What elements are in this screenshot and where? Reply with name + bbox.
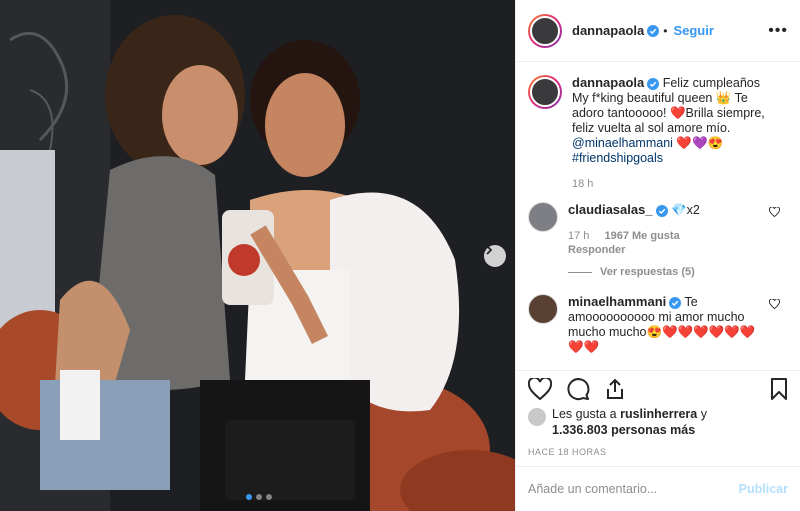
publish-button[interactable]: Publicar <box>739 482 788 496</box>
likes-prefix: Les gusta a <box>552 407 621 421</box>
post-side-panel: dannapaola • Seguir ••• dannapaola Feliz… <box>515 0 800 511</box>
author-avatar[interactable] <box>528 13 562 48</box>
comment-meta: 17 h 1967 Me gusta Responder <box>568 230 748 256</box>
comment-likes[interactable]: 1967 Me gusta <box>604 230 679 242</box>
caption-meta: 18 h <box>572 178 772 190</box>
comment-text: claudiasalas_ 💎x2 <box>568 202 748 218</box>
carousel-dot <box>256 494 262 500</box>
liker-avatar[interactable] <box>528 408 546 426</box>
verified-icon <box>647 77 660 90</box>
comments-list[interactable]: dannapaola Feliz cumpleaños My f*king be… <box>516 63 800 370</box>
carousel-dot <box>246 494 252 500</box>
comment-body: 💎x2 <box>667 203 700 217</box>
post-timestamp[interactable]: HACE 18 HORAS <box>528 447 607 457</box>
like-comment-icon[interactable] <box>769 298 780 312</box>
caption-time[interactable]: 18 h <box>572 178 593 190</box>
add-comment-bar: Publicar <box>516 466 800 511</box>
comment-time[interactable]: 17 h <box>568 230 589 242</box>
share-icon[interactable] <box>604 378 626 403</box>
caption: dannapaola Feliz cumpleaños My f*king be… <box>528 75 788 190</box>
likes-summary: Les gusta a ruslinherrera y 1.336.803 pe… <box>528 406 788 438</box>
like-comment-icon[interactable] <box>769 206 780 220</box>
post-actions-bar <box>516 370 800 410</box>
comment-item: minaelhammani Te amoooooooooo mi amor mu… <box>528 294 788 355</box>
commenter-avatar[interactable] <box>528 202 558 232</box>
likes-connector: y <box>697 407 707 421</box>
reply-button[interactable]: Responder <box>568 244 625 256</box>
caption-text: dannapaola Feliz cumpleaños My f*king be… <box>572 75 772 166</box>
follow-button[interactable]: Seguir <box>673 23 713 38</box>
carousel-next-button[interactable] <box>484 245 506 267</box>
commenter-avatar[interactable] <box>528 294 558 324</box>
caption-mention-link[interactable]: @minaelhammani <box>572 136 673 150</box>
comment-username[interactable]: claudiasalas_ <box>568 202 653 217</box>
post-header: dannapaola • Seguir ••• <box>516 0 800 62</box>
carousel-indicator <box>246 494 272 500</box>
view-replies-button[interactable]: Ver respuestas (5) <box>568 266 788 278</box>
verified-icon <box>655 204 668 217</box>
view-replies-label: Ver respuestas (5) <box>600 266 695 278</box>
comment-username[interactable]: minaelhammani <box>568 294 666 309</box>
verified-icon <box>669 296 682 309</box>
separator-dot: • <box>663 23 668 38</box>
replies-divider <box>568 271 592 273</box>
post-photo[interactable] <box>0 0 515 511</box>
caption-avatar[interactable] <box>528 75 562 109</box>
caption-username[interactable]: dannapaola <box>572 75 644 90</box>
chevron-right-icon <box>486 245 493 255</box>
verified-icon <box>647 24 660 37</box>
comment-input[interactable] <box>528 482 739 496</box>
author-username[interactable]: dannapaola <box>572 23 644 38</box>
comment-text: minaelhammani Te amoooooooooo mi amor mu… <box>568 294 758 355</box>
bookmark-icon[interactable] <box>770 378 788 403</box>
likes-text: Les gusta a ruslinherrera y 1.336.803 pe… <box>552 406 707 438</box>
like-icon[interactable] <box>527 376 553 403</box>
caption-hashtag-link[interactable]: #friendshipgoals <box>572 151 663 165</box>
likes-count[interactable]: 1.336.803 personas más <box>552 423 695 437</box>
more-options-icon[interactable]: ••• <box>768 22 788 40</box>
caption-body-2: ❤️💜😍 <box>672 136 724 150</box>
comment-icon[interactable] <box>566 377 590 404</box>
comment-item: claudiasalas_ 💎x2 17 h 1967 Me gusta Res… <box>528 202 788 256</box>
photo-illustration <box>0 0 515 511</box>
liker-username[interactable]: ruslinherrera <box>620 407 697 421</box>
carousel-dot <box>266 494 272 500</box>
